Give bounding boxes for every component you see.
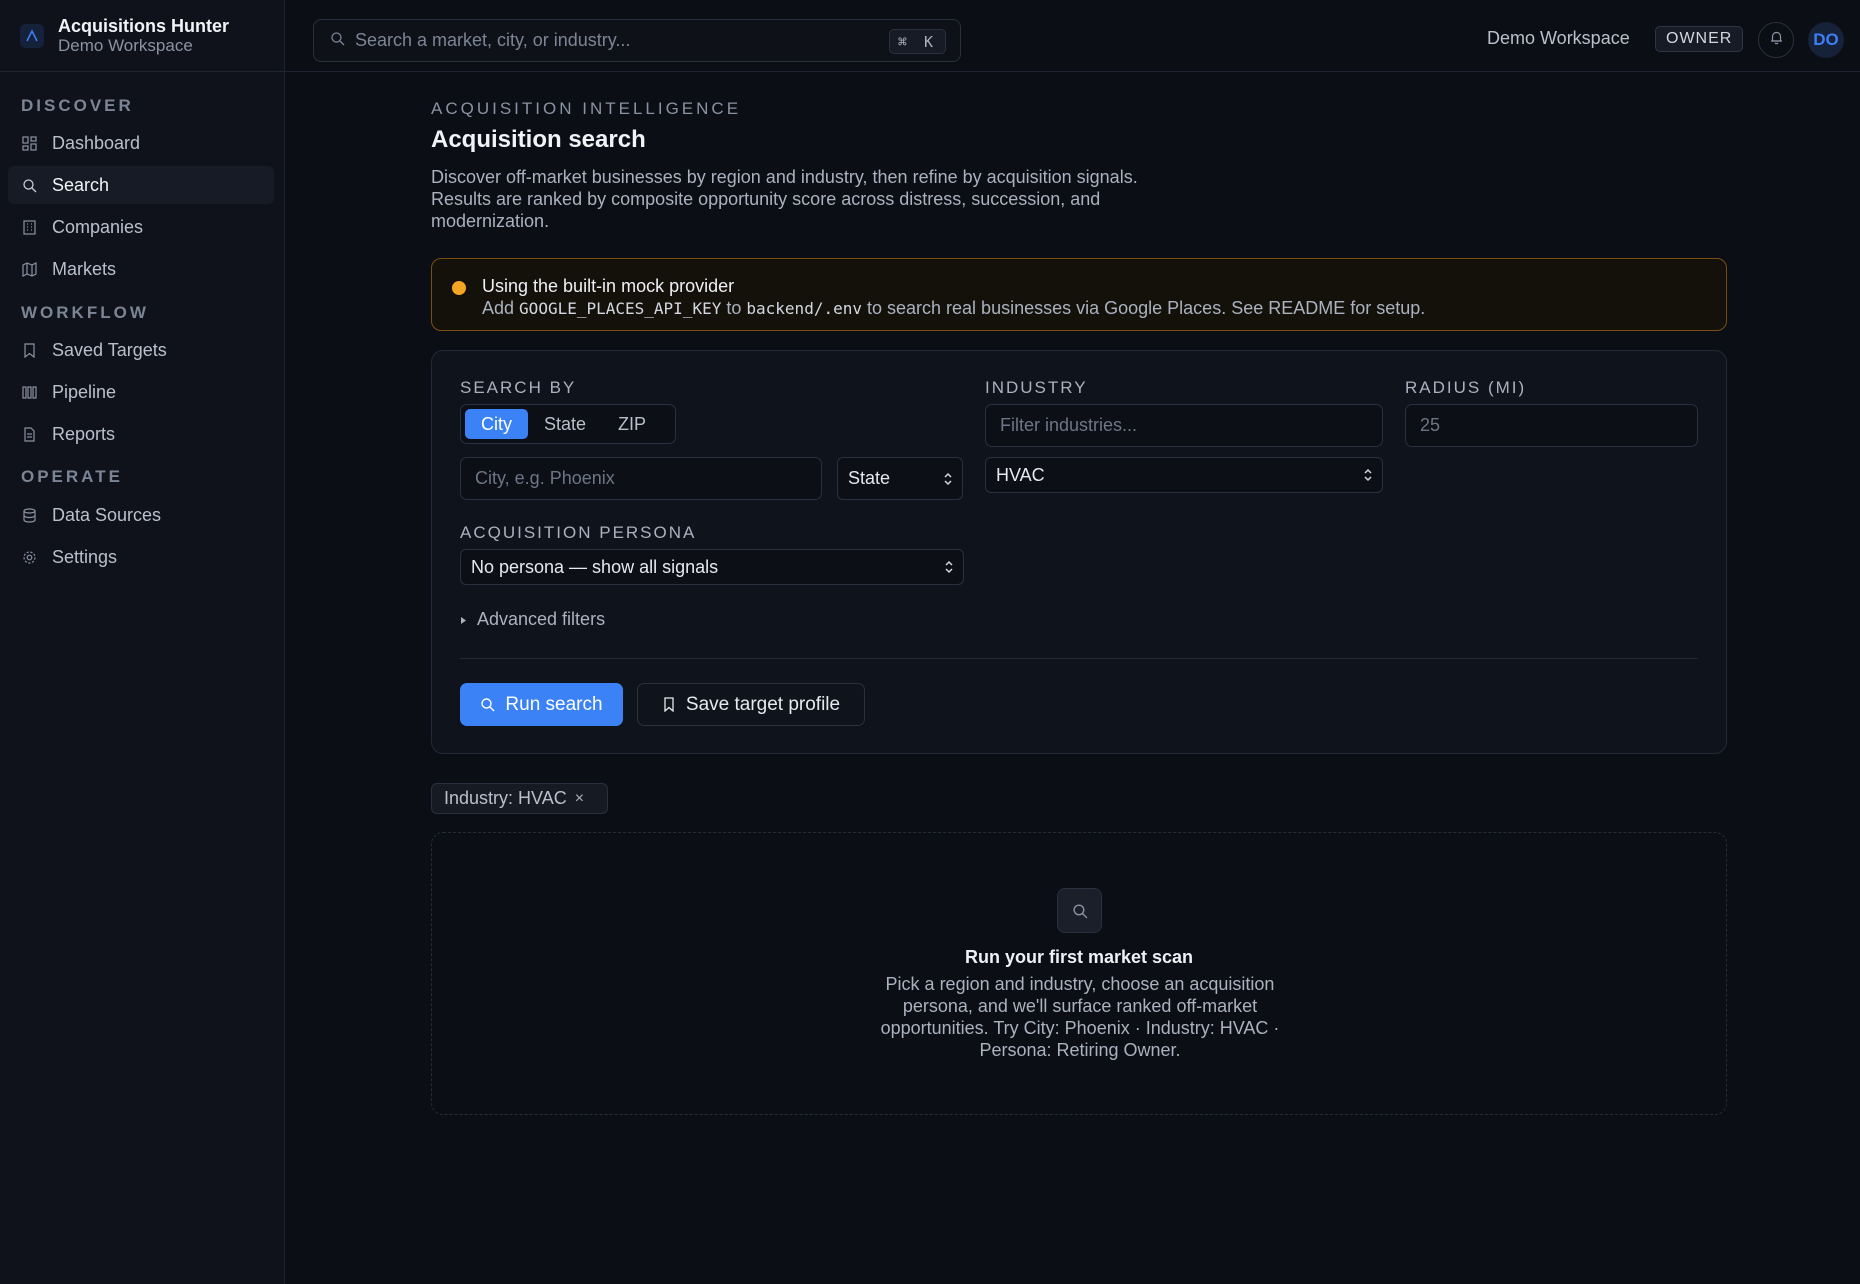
empty-state-title: Run your first market scan (964, 947, 1194, 967)
industry-filter-field[interactable] (985, 404, 1383, 447)
sidebar-item-label: Pipeline (52, 381, 117, 402)
search-by-label: SEARCH BY (460, 378, 577, 397)
notifications-button[interactable] (1758, 22, 1794, 58)
sidebar-item-label: Dashboard (52, 132, 141, 153)
chevron-updown-icon (943, 558, 955, 581)
sidebar-item-label: Companies (52, 216, 144, 237)
sidebar-item-reports[interactable]: Reports (8, 415, 274, 453)
industry-select-value: HVAC (996, 464, 1045, 485)
columns-icon (20, 383, 38, 401)
page-description: Discover off-market businesses by region… (431, 167, 1138, 231)
industry-select[interactable]: HVAC (985, 457, 1383, 493)
remove-filter-close-icon[interactable]: × (575, 790, 584, 808)
brand[interactable]: Acquisitions Hunter Demo Workspace (0, 0, 284, 72)
bookmark-icon (662, 697, 676, 712)
search-by-state[interactable]: State (528, 409, 602, 439)
avatar[interactable]: DO (1808, 22, 1844, 58)
empty-state: Run your first market scan Pick a region… (431, 832, 1727, 1115)
search-icon (480, 697, 495, 712)
shortcut-hint: ⌘ K (888, 29, 946, 54)
caret-right-icon (460, 609, 467, 630)
divider (460, 658, 1698, 659)
alert-text-mid: to (726, 298, 742, 318)
topbar: ⌘ K Demo Workspace OWNER DO (285, 0, 1860, 72)
brand-title: Acquisitions Hunter (58, 15, 230, 36)
sidebar-item-markets[interactable]: Markets (8, 250, 274, 288)
advanced-filters-label: Advanced filters (477, 609, 606, 629)
sidebar-item-pipeline[interactable]: Pipeline (8, 373, 274, 411)
run-search-label: Run search (505, 693, 603, 715)
building-icon (20, 218, 38, 236)
persona-select-value: No persona — show all signals (471, 556, 719, 577)
alert-text-prefix: Add (482, 298, 515, 318)
page-eyebrow: ACQUISITION INTELLIGENCE (431, 99, 742, 118)
nav-section-workflow: WORKFLOW (21, 303, 149, 322)
gear-icon (20, 548, 38, 566)
sidebar-item-dashboard[interactable]: Dashboard (8, 124, 274, 162)
sidebar-item-label: Reports (52, 423, 116, 444)
warning-dot-icon (452, 281, 466, 295)
search-by-city[interactable]: City (465, 409, 528, 439)
sidebar-item-search[interactable]: Search (8, 166, 274, 204)
run-search-button[interactable]: Run search (460, 683, 623, 726)
sidebar-item-saved-targets[interactable]: Saved Targets (8, 331, 274, 369)
nav-section-discover: DISCOVER (21, 96, 134, 115)
bookmark-icon (20, 341, 38, 359)
industry-label: INDUSTRY (985, 378, 1088, 397)
chevron-updown-icon (942, 470, 954, 493)
state-select[interactable]: State (837, 457, 963, 500)
sidebar-item-settings[interactable]: Settings (8, 538, 274, 576)
sidebar-item-data-sources[interactable]: Data Sources (8, 496, 274, 534)
database-icon (20, 506, 38, 524)
advanced-filters-toggle[interactable]: Advanced filters (460, 609, 605, 630)
search-by-zip[interactable]: ZIP (602, 409, 662, 439)
active-filter-chip: Industry: HVAC × (431, 783, 608, 814)
map-icon (20, 260, 38, 278)
env-key-code: GOOGLE_PLACES_API_KEY (519, 299, 722, 318)
sidebar: Acquisitions Hunter Demo Workspace DISCO… (0, 0, 285, 1284)
empty-state-description: Pick a region and industry, choose an ac… (880, 974, 1280, 1060)
search-icon (1057, 888, 1102, 933)
sidebar-item-companies[interactable]: Companies (8, 208, 274, 246)
brand-logo-icon (20, 23, 44, 48)
city-field[interactable] (460, 457, 822, 500)
global-search-input[interactable] (355, 30, 875, 51)
workspace-name[interactable]: Demo Workspace (1487, 28, 1630, 49)
role-badge: OWNER (1655, 26, 1744, 52)
sidebar-item-label: Search (52, 174, 110, 195)
alert-text-suffix: to search real businesses via Google Pla… (867, 298, 1426, 318)
industry-filter-input[interactable] (1000, 415, 1382, 436)
search-panel: SEARCH BY City State ZIP State INDUSTRY … (431, 350, 1727, 754)
alert-body: Add GOOGLE_PLACES_API_KEY to backend/.en… (482, 297, 1726, 320)
state-select-value: State (848, 468, 891, 488)
search-icon (20, 176, 38, 194)
persona-label: ACQUISITION PERSONA (460, 523, 697, 542)
alert-title: Using the built-in mock provider (482, 276, 735, 296)
save-target-profile-label: Save target profile (685, 693, 841, 715)
sidebar-item-label: Data Sources (52, 504, 162, 525)
radius-input[interactable] (1420, 415, 1697, 436)
mock-provider-alert: Using the built-in mock provider Add GOO… (431, 258, 1727, 331)
sidebar-item-label: Saved Targets (52, 339, 167, 360)
radius-field[interactable] (1405, 404, 1698, 447)
save-target-profile-button[interactable]: Save target profile (637, 683, 865, 726)
brand-subtitle: Demo Workspace (58, 35, 193, 55)
city-input[interactable] (475, 468, 821, 489)
page-title: Acquisition search (431, 126, 646, 153)
sidebar-item-label: Markets (52, 258, 117, 279)
radius-label: RADIUS (MI) (1405, 378, 1527, 397)
global-search[interactable]: ⌘ K (313, 19, 961, 62)
grid-icon (20, 134, 38, 152)
bell-icon (1769, 30, 1784, 50)
chevron-updown-icon (1362, 466, 1374, 489)
sidebar-item-label: Settings (52, 546, 118, 567)
nav-section-operate: OPERATE (21, 467, 123, 486)
persona-select[interactable]: No persona — show all signals (460, 549, 964, 585)
filter-chip-label: Industry: HVAC (444, 788, 567, 808)
env-path-code: backend/.env (746, 299, 862, 318)
search-icon (330, 31, 345, 51)
file-icon (20, 425, 38, 443)
search-by-toggle: City State ZIP (460, 404, 676, 444)
